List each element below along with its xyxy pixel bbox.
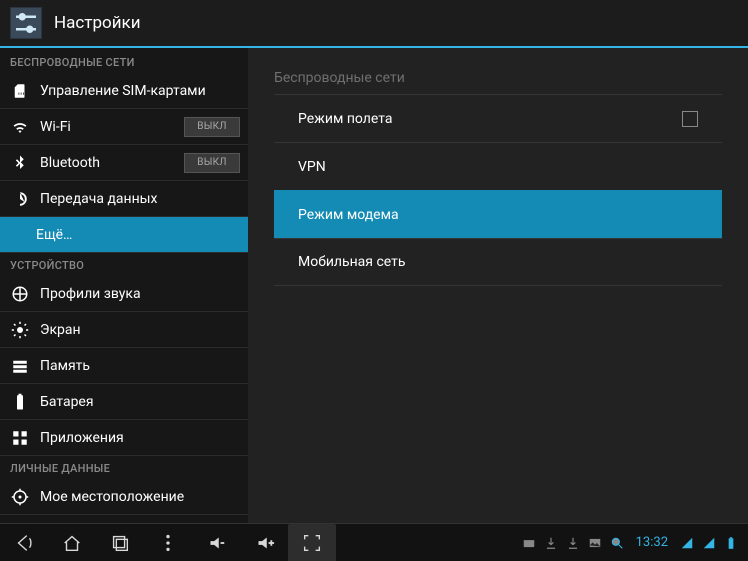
content-item-label: Мобильная сеть <box>298 254 405 270</box>
airplane-checkbox[interactable] <box>682 111 698 127</box>
sidebar-item-wifi[interactable]: Wi-Fi ВЫКЛ <box>0 109 248 145</box>
wifi-icon <box>10 117 30 137</box>
sidebar-item-label: Приложения <box>40 430 240 446</box>
location-icon <box>10 487 30 507</box>
download-icon <box>566 536 580 550</box>
sidebar-item-label: Профили звука <box>40 286 240 302</box>
recent-button[interactable] <box>96 524 144 561</box>
navbar: 13:32 <box>0 523 748 561</box>
wifi-toggle[interactable]: ВЫКЛ <box>184 117 240 137</box>
content-header: Беспроводные сети <box>274 58 722 94</box>
sidebar-item-data-usage[interactable]: Передача данных <box>0 181 248 217</box>
brightness-icon <box>10 320 30 340</box>
content-item-vpn[interactable]: VPN <box>274 142 722 190</box>
content-item-label: Режим полета <box>298 111 392 127</box>
content-item-mobile-network[interactable]: Мобильная сеть <box>274 238 722 286</box>
settings-icon <box>10 7 42 39</box>
sidebar-item-sim[interactable]: Управление SIM-картами <box>0 73 248 109</box>
screenshot-button[interactable] <box>288 524 336 561</box>
sidebar: БЕСПРОВОДНЫЕ СЕТИ Управление SIM-картами… <box>0 48 248 523</box>
sim-icon <box>10 81 30 101</box>
content-item-tethering[interactable]: Режим модема <box>274 190 722 238</box>
sidebar-item-more[interactable]: Ещё… <box>0 217 248 253</box>
sidebar-header-wireless: БЕСПРОВОДНЫЕ СЕТИ <box>0 48 248 73</box>
sidebar-header-device: УСТРОЙСТВО <box>0 253 248 276</box>
sidebar-item-label: Bluetooth <box>40 155 184 171</box>
volume-up-button[interactable] <box>240 524 288 561</box>
sidebar-item-label: Управление SIM-картами <box>40 83 240 99</box>
menu-button[interactable] <box>144 524 192 561</box>
sidebar-item-bluetooth[interactable]: Bluetooth ВЫКЛ <box>0 145 248 181</box>
sidebar-item-battery[interactable]: Батарея <box>0 384 248 420</box>
home-button[interactable] <box>48 524 96 561</box>
download-icon <box>544 536 558 550</box>
sidebar-item-label: Ещё… <box>36 227 240 243</box>
sidebar-header-personal: ЛИЧНЫЕ ДАННЫЕ <box>0 456 248 479</box>
apps-icon <box>10 428 30 448</box>
sidebar-item-storage[interactable]: Память <box>0 348 248 384</box>
content-item-airplane[interactable]: Режим полета <box>274 94 722 142</box>
sidebar-item-display[interactable]: Экран <box>0 312 248 348</box>
sidebar-item-audio[interactable]: Профили звука <box>0 276 248 312</box>
signal-icon <box>702 536 716 550</box>
status-tray[interactable]: 13:32 <box>522 535 748 550</box>
data-usage-icon <box>10 189 30 209</box>
signal-icon <box>680 536 694 550</box>
battery-icon <box>10 392 30 412</box>
content-panel: Беспроводные сети Режим полета VPN Режим… <box>248 48 748 523</box>
storage-icon <box>10 356 30 376</box>
battery-status-icon <box>724 536 738 550</box>
bluetooth-icon <box>10 153 30 173</box>
sidebar-item-label: Передача данных <box>40 191 240 207</box>
card-icon <box>522 536 536 550</box>
bluetooth-toggle[interactable]: ВЫКЛ <box>184 153 240 173</box>
audio-profile-icon <box>10 284 30 304</box>
content-item-label: Режим модема <box>298 207 399 223</box>
search-status-icon <box>610 536 624 550</box>
back-button[interactable] <box>0 524 48 561</box>
sidebar-item-label: Батарея <box>40 394 240 410</box>
sidebar-item-label: Wi-Fi <box>40 119 184 135</box>
sidebar-item-label: Экран <box>40 322 240 338</box>
sidebar-item-label: Память <box>40 358 240 374</box>
content-item-label: VPN <box>298 159 326 175</box>
sidebar-item-apps[interactable]: Приложения <box>0 420 248 456</box>
picture-icon <box>588 536 602 550</box>
volume-down-button[interactable] <box>192 524 240 561</box>
sidebar-item-label: Мое местоположение <box>40 489 240 505</box>
appbar: Настройки <box>0 0 748 46</box>
status-clock: 13:32 <box>636 535 668 550</box>
sidebar-item-location[interactable]: Мое местоположение <box>0 479 248 515</box>
app-title: Настройки <box>54 13 141 33</box>
